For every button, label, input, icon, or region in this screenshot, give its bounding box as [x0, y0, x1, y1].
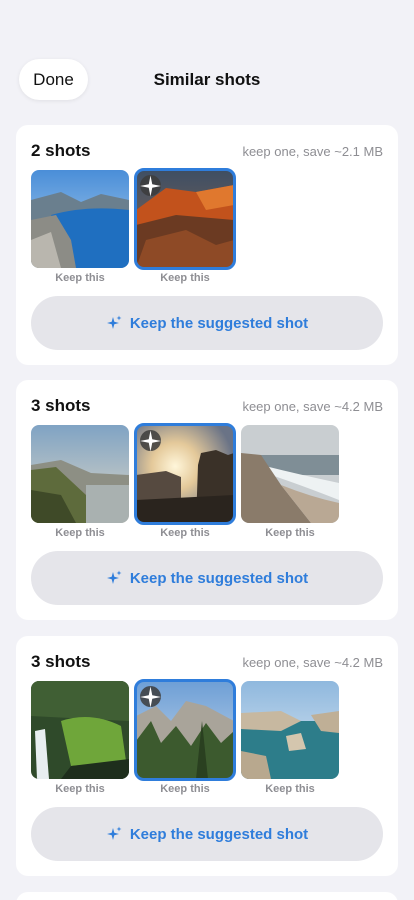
keep-this-label[interactable]: Keep this: [160, 527, 210, 539]
photo-thumbnail[interactable]: [241, 681, 339, 779]
keep-suggested-label: Keep the suggested shot: [129, 569, 309, 587]
keep-suggested-button[interactable]: Keep the suggested shot: [31, 296, 383, 350]
coast-hills-photo: [31, 425, 129, 523]
similar-group-3: 3 shots keep one, save ~4.2 MB Keep this: [16, 636, 398, 876]
group-count: 2 shots: [31, 141, 91, 160]
photo-thumbnail-suggested[interactable]: [134, 679, 236, 781]
sparkle-icon: [106, 315, 122, 329]
photo-thumbnail-suggested[interactable]: [134, 423, 236, 525]
keep-suggested-button[interactable]: Keep the suggested shot: [31, 807, 383, 861]
group-count: 3 shots: [31, 652, 91, 671]
keep-this-label[interactable]: Keep this: [265, 783, 315, 795]
keep-this-label[interactable]: Keep this: [265, 527, 315, 539]
save-info: keep one, save ~4.2 MB: [242, 654, 383, 670]
similar-group-2: 3 shots keep one, save ~4.2 MB Keep this: [16, 380, 398, 620]
suggested-sparkle-icon: [140, 175, 161, 196]
keep-suggested-label: Keep the suggested shot: [129, 314, 309, 332]
keep-this-label[interactable]: Keep this: [55, 527, 105, 539]
keep-this-label[interactable]: Keep this: [160, 272, 210, 284]
group-count: 3 shots: [31, 396, 91, 415]
suggested-sparkle-icon: [140, 686, 161, 707]
suggested-sparkle-icon: [140, 430, 161, 451]
keep-suggested-label: Keep the suggested shot: [129, 825, 309, 843]
keep-this-label[interactable]: Keep this: [160, 783, 210, 795]
photo-thumbnail[interactable]: [31, 170, 129, 268]
photo-thumbnail-suggested[interactable]: [134, 168, 236, 270]
sea-stacks-photo: [241, 681, 339, 779]
keep-this-label[interactable]: Keep this: [55, 783, 105, 795]
save-info: keep one, save ~2.1 MB: [242, 143, 383, 159]
save-info: keep one, save ~4.2 MB: [242, 398, 383, 414]
waterfall-photo: [31, 681, 129, 779]
keep-this-label[interactable]: Keep this: [55, 272, 105, 284]
sparkle-icon: [106, 570, 122, 584]
page-title: Similar shots: [153, 70, 261, 89]
photo-thumbnail[interactable]: [31, 681, 129, 779]
photo-thumbnail[interactable]: [31, 425, 129, 523]
sparkle-icon: [106, 826, 122, 840]
similar-group-1: 2 shots keep one, save ~2.1 MB Keep this: [16, 125, 398, 365]
photo-thumbnail[interactable]: [241, 425, 339, 523]
keep-suggested-button[interactable]: Keep the suggested shot: [31, 551, 383, 605]
fjord-photo: [31, 170, 129, 268]
nav-header: Done Similar shots: [0, 0, 414, 120]
similar-group-4-partial: [16, 892, 398, 900]
beach-waves-photo: [241, 425, 339, 523]
